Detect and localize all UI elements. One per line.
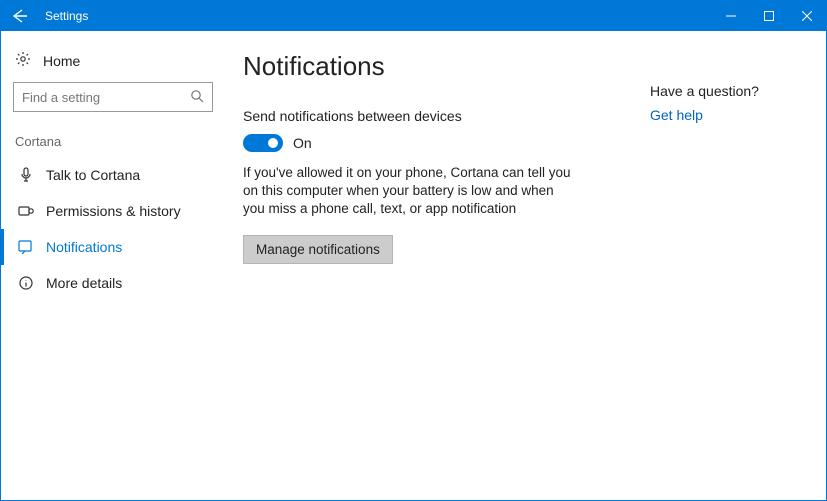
help-question: Have a question?: [650, 83, 802, 99]
content-area: Notifications Send notifications between…: [243, 51, 642, 500]
setting-description: If you've allowed it on your phone, Cort…: [243, 164, 573, 219]
home-label: Home: [43, 53, 80, 69]
toggle-knob: [268, 138, 278, 148]
search-placeholder: Find a setting: [22, 90, 100, 105]
toggle-state: On: [293, 135, 312, 151]
microphone-icon: [18, 167, 34, 183]
manage-notifications-button[interactable]: Manage notifications: [243, 235, 393, 264]
home-button[interactable]: Home: [13, 45, 213, 82]
setting-label: Send notifications between devices: [243, 108, 642, 124]
sidebar-item-talk-to-cortana[interactable]: Talk to Cortana: [1, 157, 213, 193]
notifications-toggle[interactable]: [243, 134, 283, 152]
window-body: Home Find a setting Cortana: [1, 31, 826, 500]
sidebar-group-label: Cortana: [15, 134, 213, 149]
sidebar-item-label: More details: [46, 275, 122, 291]
page-title: Notifications: [243, 51, 642, 82]
settings-window: Settings Home Find a settin: [0, 0, 827, 501]
search-icon: [190, 89, 204, 106]
back-button[interactable]: [1, 1, 39, 31]
search-input[interactable]: Find a setting: [13, 82, 213, 112]
permissions-icon: [18, 204, 34, 218]
help-pane: Have a question? Get help: [642, 51, 802, 500]
notification-icon: [18, 240, 34, 254]
maximize-button[interactable]: [750, 1, 788, 31]
get-help-link[interactable]: Get help: [650, 107, 802, 123]
sidebar: Home Find a setting Cortana: [1, 31, 225, 500]
info-icon: [18, 276, 34, 290]
sidebar-item-permissions-history[interactable]: Permissions & history: [1, 193, 213, 229]
sidebar-item-notifications[interactable]: Notifications: [1, 229, 213, 265]
sidebar-item-label: Talk to Cortana: [46, 167, 140, 183]
sidebar-item-label: Permissions & history: [46, 203, 181, 219]
gear-icon: [15, 51, 31, 70]
toggle-row: On: [243, 134, 642, 152]
title-bar: Settings: [1, 1, 826, 31]
close-button[interactable]: [788, 1, 826, 31]
main-pane: Notifications Send notifications between…: [225, 31, 826, 500]
sidebar-item-more-details[interactable]: More details: [1, 265, 213, 301]
minimize-button[interactable]: [712, 1, 750, 31]
sidebar-item-label: Notifications: [46, 239, 122, 255]
app-title: Settings: [39, 9, 88, 23]
